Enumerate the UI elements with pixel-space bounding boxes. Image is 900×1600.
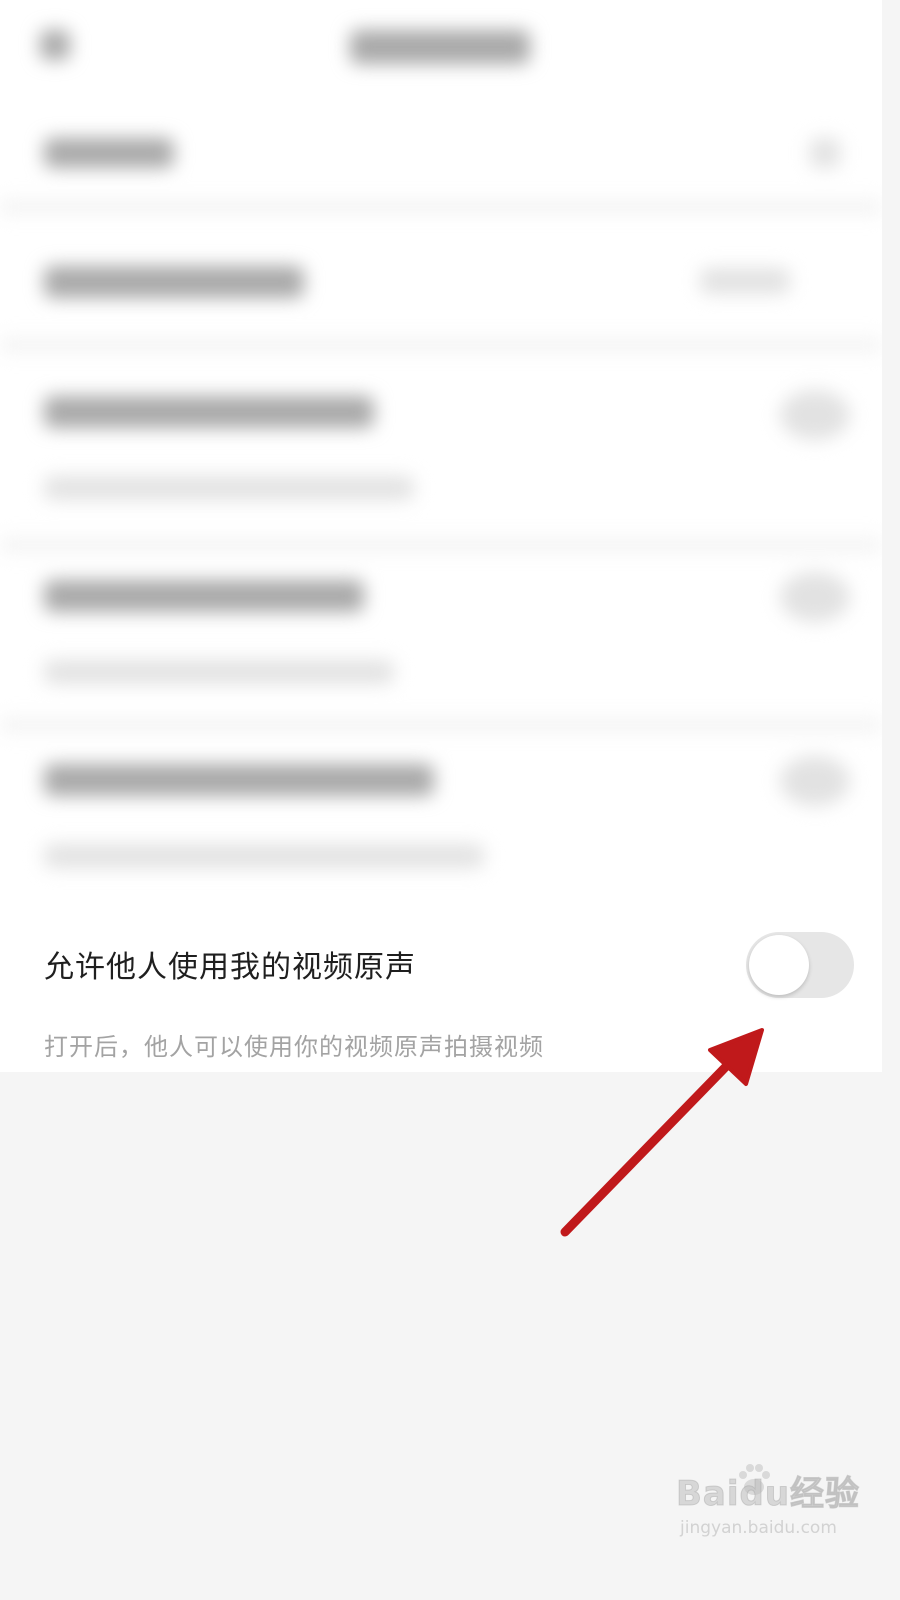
toggle-knob [749,935,809,995]
blurred-settings-area [0,0,882,910]
allow-original-sound-toggle[interactable] [746,932,854,998]
watermark-url: jingyan.baidu.com [680,1518,837,1538]
blurred-content [0,0,882,910]
annotation-arrow-icon [560,1028,764,1237]
baidu-jingyan-watermark: Baidu经验 jingyan.baidu.com [675,1464,860,1550]
setting-description: 打开后，他人可以使用你的视频原声拍摄视频 [44,1033,544,1061]
settings-page: 允许他人使用我的视频原声 打开后，他人可以使用你的视频原声拍摄视频 Baidu经… [0,0,882,1568]
watermark-brand: Baidu经验 [675,1474,861,1515]
setting-title: 允许他人使用我的视频原声 [44,950,416,985]
